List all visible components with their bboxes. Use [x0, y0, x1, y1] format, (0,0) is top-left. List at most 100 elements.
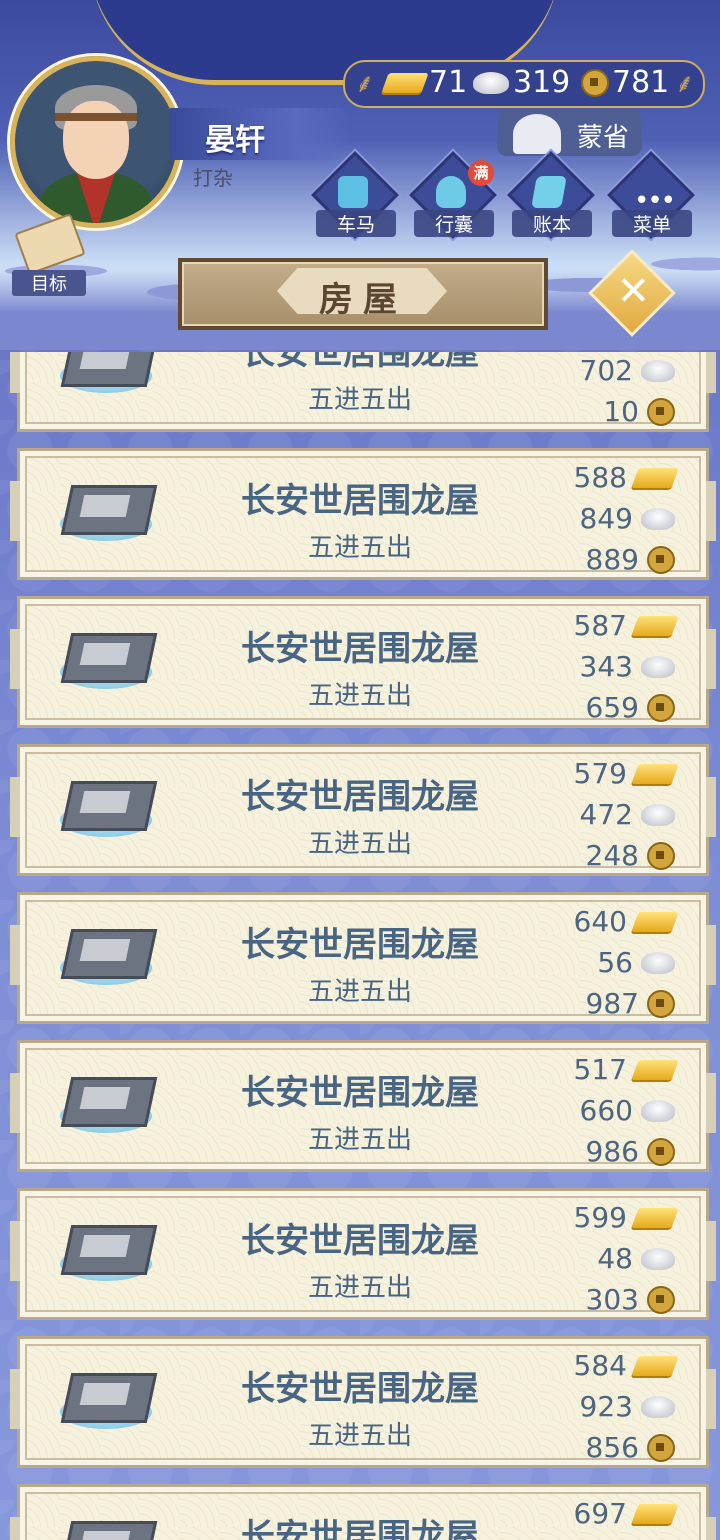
- house-image: [60, 1219, 158, 1283]
- avatar-headband: [55, 113, 137, 121]
- house-card[interactable]: 长安世居围龙屋五进五出 588 849 889: [10, 448, 716, 580]
- silver-price-row: 923: [540, 1386, 675, 1427]
- bag-full-badge: 满: [468, 160, 494, 186]
- close-icon: ✕: [616, 268, 651, 315]
- house-name: 长安世居围龙屋: [241, 925, 479, 965]
- goal-label: 目标: [12, 270, 86, 296]
- gold-price-row: 517: [540, 1049, 679, 1090]
- nav-carriage-button[interactable]: 车马: [311, 151, 399, 240]
- scroll-icon: [14, 213, 86, 275]
- silver-ingot-icon: [641, 359, 675, 382]
- silver-ingot-icon: [641, 951, 675, 974]
- copper-coin-icon: [647, 989, 675, 1018]
- house-card[interactable]: 长安世居围龙屋五进五出697: [10, 1484, 716, 1540]
- panel-title-plate: 房屋: [178, 258, 548, 330]
- nav-ledger-label: 账本: [512, 210, 592, 237]
- gold-price: 579: [573, 757, 627, 790]
- silver-price-row: 702: [540, 352, 675, 391]
- silver-price: 48: [597, 1242, 633, 1275]
- house-card[interactable]: 长安世居围龙屋五进五出 640 56 987: [10, 892, 716, 1024]
- gold-counter: 71: [381, 65, 468, 100]
- silver-price-row: 472: [540, 794, 675, 835]
- gold-ingot-icon: [631, 1059, 679, 1080]
- house-image: [60, 1367, 158, 1431]
- coin-price: 659: [585, 691, 639, 724]
- house-card[interactable]: 长安世居围龙屋 五进五出 599 48 303: [10, 1188, 716, 1320]
- house-name: 长安世居围龙屋: [241, 481, 479, 521]
- carriage-icon: [338, 176, 368, 208]
- silver-ingot-icon: [641, 655, 675, 678]
- house-yard: [79, 352, 131, 369]
- silver-price-row: 343: [540, 646, 675, 687]
- copper-coin-icon: [647, 693, 675, 722]
- house-card[interactable]: 长安世居围龙屋 五进五出 702 10: [10, 352, 716, 432]
- house-yard: [79, 1087, 131, 1109]
- house-name: 长安世居围龙屋: [241, 1369, 479, 1409]
- gold-price: 697: [573, 1497, 627, 1530]
- coin-price: 889: [585, 543, 639, 576]
- nav-bag-button[interactable]: 满 行囊: [409, 151, 497, 240]
- gold-price-row: 579: [540, 753, 679, 794]
- silver-price: 849: [579, 502, 633, 535]
- house-layout: 五进五出: [307, 977, 412, 1007]
- gold-price-row: 584: [540, 1345, 679, 1386]
- silver-price: 923: [579, 1390, 633, 1423]
- silver-price: 702: [579, 354, 633, 387]
- player-role: 打杂: [193, 166, 233, 190]
- house-yard: [79, 939, 131, 961]
- house-yard: [79, 791, 131, 813]
- gold-price: 599: [573, 1201, 627, 1234]
- silver-price: 56: [597, 946, 633, 979]
- bamboo-right-icon: ⸙: [675, 69, 695, 99]
- player-avatar[interactable]: [10, 56, 182, 228]
- house-layout: 五进五出: [307, 1125, 412, 1155]
- gold-price: 640: [573, 905, 627, 938]
- header: 晏轩 打杂 ⸙ 71 319 781 ⸙ 蒙省 车马 满 行囊 账本 ••• 菜…: [0, 0, 720, 350]
- gold-ingot-icon: [631, 467, 679, 488]
- nav-ledger-button[interactable]: 账本: [507, 151, 595, 240]
- silver-ingot-icon: [473, 71, 509, 94]
- gold-ingot-icon: [381, 72, 429, 93]
- goal-button[interactable]: 目标: [12, 213, 86, 296]
- coin-price-row: 987: [540, 983, 675, 1024]
- silver-ingot-icon: [641, 1247, 675, 1270]
- coin-price-row: 889: [540, 539, 675, 580]
- house-name: 长安世居围龙屋: [241, 777, 479, 817]
- house-card[interactable]: 长安世居围龙屋五进五出 579 472 248: [10, 744, 716, 876]
- house-card[interactable]: 长安世居围龙屋 五进五出 517 660 986: [10, 1040, 716, 1172]
- gold-price-row: 588: [540, 457, 679, 498]
- nav-menu-button[interactable]: ••• 菜单: [607, 151, 695, 240]
- house-price: 584 923 856: [540, 1345, 679, 1468]
- coin-price: 10: [603, 395, 639, 428]
- house-name: 长安世居围龙屋: [241, 1073, 479, 1113]
- house-card[interactable]: 长安世居围龙屋 五进五出 584 923 856: [10, 1336, 716, 1468]
- ledger-icon: [531, 176, 567, 208]
- house-layout: 五进五出: [307, 533, 412, 563]
- gold-amount: 71: [429, 65, 468, 100]
- mengsheng-label: 蒙省: [577, 123, 630, 153]
- gold-ingot-icon: [631, 1207, 679, 1228]
- house-card[interactable]: 长安世居围龙屋五进五出 587 343 659: [10, 596, 716, 728]
- gold-price: 588: [573, 461, 627, 494]
- house-yard: [79, 1383, 131, 1405]
- house-image: [60, 352, 158, 395]
- coin-price: 986: [585, 1135, 639, 1168]
- house-layout: 五进五出: [307, 829, 412, 859]
- iron-icon: [513, 114, 561, 154]
- house-price: 697: [540, 1493, 679, 1534]
- house-layout: 五进五出: [307, 681, 412, 711]
- coin-price: 248: [585, 839, 639, 872]
- gold-ingot-icon: [631, 763, 679, 784]
- mengsheng-button[interactable]: 蒙省: [497, 110, 642, 156]
- gold-price-row: 587: [540, 605, 679, 646]
- gold-price-row: 640: [540, 901, 679, 942]
- house-name: 长安世居围龙屋: [241, 1221, 479, 1261]
- house-price: 702 10: [540, 352, 675, 432]
- house-name: 长安世居围龙屋: [241, 629, 479, 669]
- house-price: 599 48 303: [540, 1197, 679, 1320]
- gold-price-row: 697: [540, 1493, 679, 1534]
- house-image: [60, 479, 158, 543]
- house-list[interactable]: 长安世居围龙屋 五进五出 702 10 长安世居围龙屋 五进五出 588 849 889 长安世居…: [0, 352, 720, 1540]
- gold-ingot-icon: [631, 1355, 679, 1376]
- coin-price: 856: [585, 1431, 639, 1464]
